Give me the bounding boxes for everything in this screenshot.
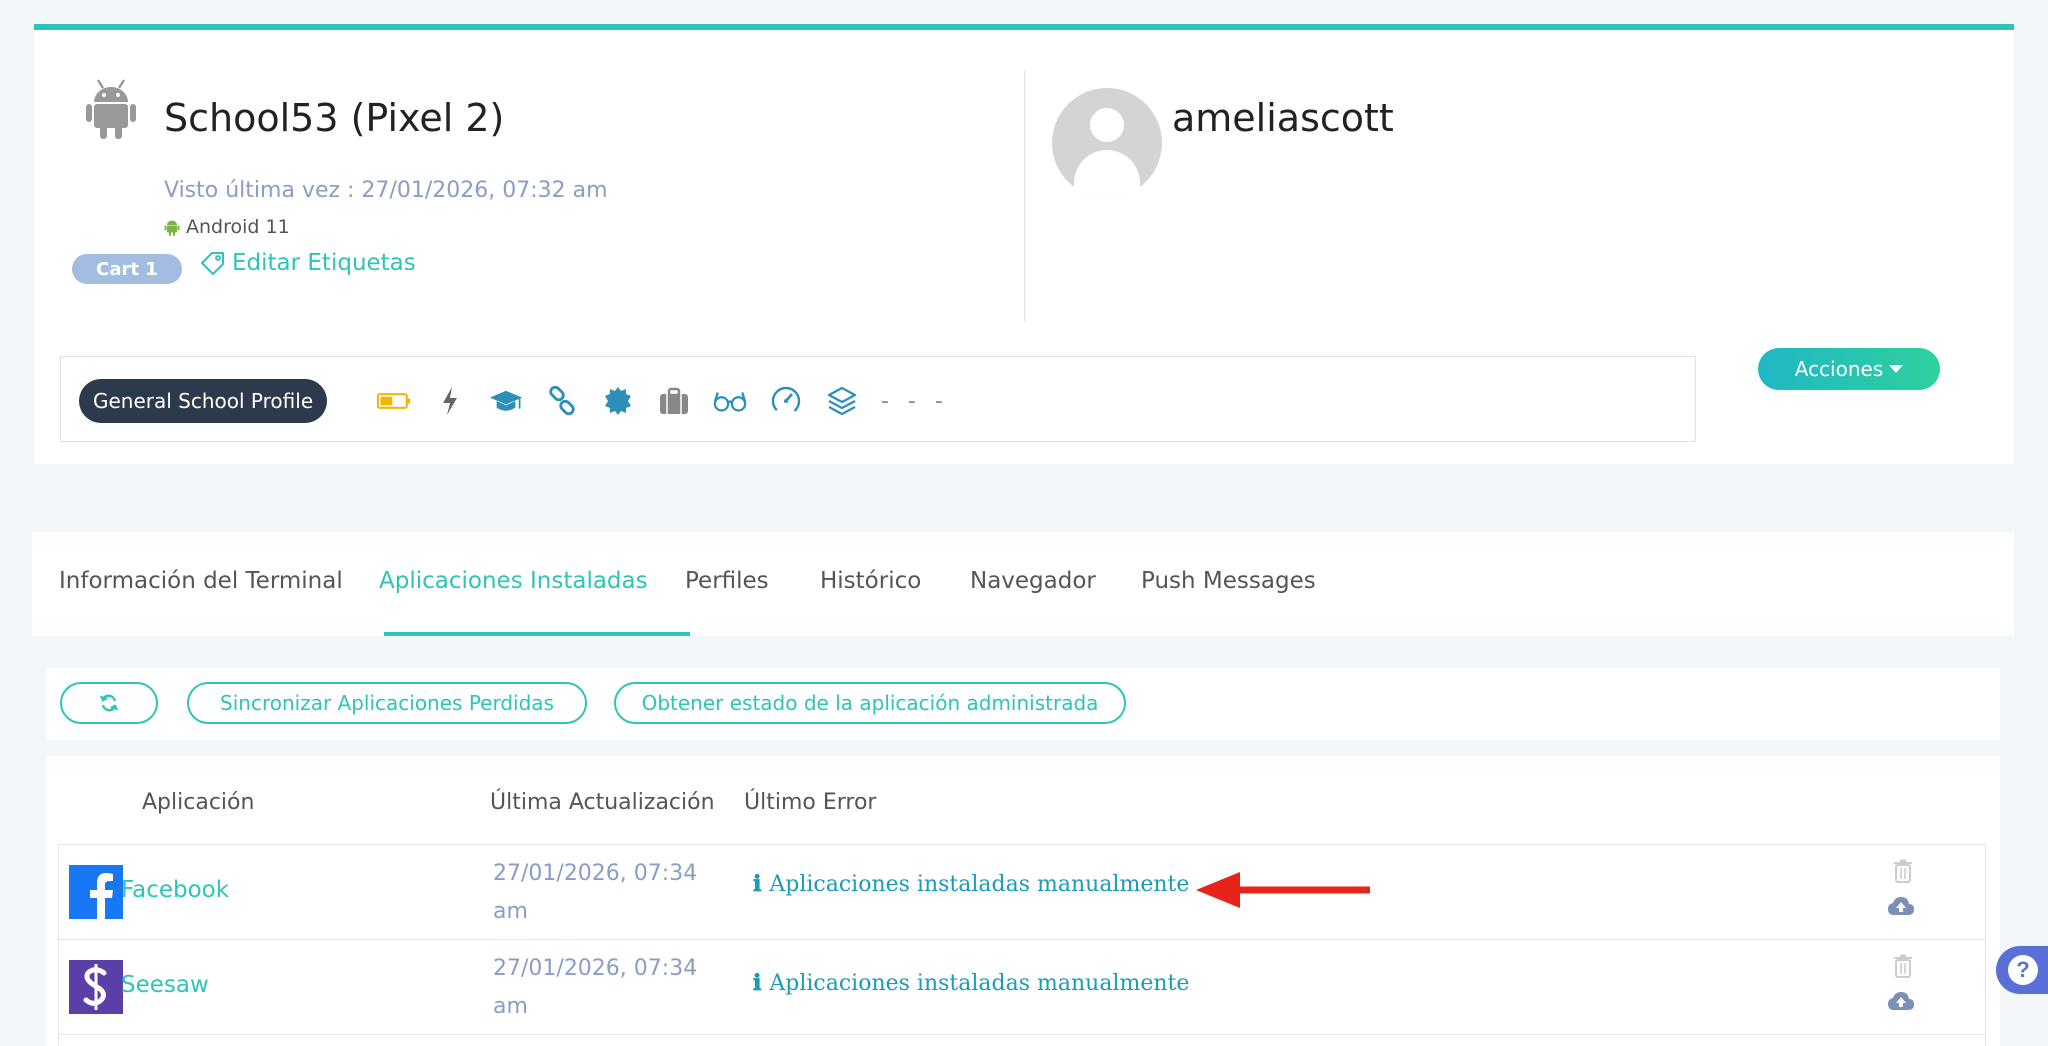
actions-label: Acciones bbox=[1794, 357, 1884, 381]
header-last-update: Última Actualización bbox=[490, 790, 715, 815]
certificate-icon bbox=[601, 384, 635, 418]
seesaw-logo-icon bbox=[69, 960, 123, 1014]
caret-down-icon bbox=[1889, 365, 1904, 373]
app-name-link[interactable]: Seesaw bbox=[121, 972, 209, 998]
app-last-update: 27/01/2026, 07:34 am bbox=[493, 956, 698, 1019]
app-name-link[interactable]: Facebook bbox=[121, 877, 229, 903]
last-seen: Visto última vez : 27/01/2026, 07:32 am bbox=[164, 178, 608, 203]
device-card: School53 (Pixel 2) Visto última vez : 27… bbox=[34, 24, 2014, 464]
username: ameliascott bbox=[1172, 96, 1394, 140]
battery-icon bbox=[377, 384, 411, 418]
status-icons: - - - bbox=[377, 381, 949, 421]
active-tab-underline bbox=[384, 632, 690, 636]
os-version: Android 11 bbox=[164, 216, 290, 238]
glasses-icon bbox=[713, 384, 747, 418]
edit-tags-link[interactable]: Editar Etiquetas bbox=[200, 250, 416, 276]
app-error-link[interactable]: ℹ Aplicaciones instaladas manualmente bbox=[753, 871, 1189, 897]
actions-button[interactable]: Acciones bbox=[1758, 348, 1940, 390]
trash-icon[interactable] bbox=[1893, 954, 1913, 978]
header-application: Aplicación bbox=[142, 790, 255, 815]
app-error-label: Aplicaciones instaladas manualmente bbox=[769, 970, 1190, 996]
question-icon: ? bbox=[2008, 955, 2038, 985]
cloud-upload-icon[interactable] bbox=[1887, 895, 1915, 917]
tab-history[interactable]: Histórico bbox=[820, 568, 921, 594]
tag-icon bbox=[201, 252, 224, 275]
table-body: Facebook 27/01/2026, 07:34 am ℹ Aplicaci… bbox=[58, 844, 1986, 1046]
profile-pill[interactable]: General School Profile bbox=[79, 379, 328, 423]
tab-profiles[interactable]: Perfiles bbox=[685, 568, 769, 594]
tab-push-messages[interactable]: Push Messages bbox=[1141, 568, 1316, 594]
facebook-logo-icon bbox=[69, 865, 123, 919]
table-row: Seesaw 27/01/2026, 07:34 am ℹ Aplicacion… bbox=[59, 940, 1985, 1035]
header-last-error: Último Error bbox=[744, 790, 877, 815]
avatar bbox=[1052, 88, 1162, 198]
divider bbox=[1024, 70, 1025, 322]
managed-app-status-button[interactable]: Obtener estado de la aplicación administ… bbox=[614, 682, 1126, 724]
tabs-bar: Información del Terminal Aplicaciones In… bbox=[32, 532, 2014, 636]
layers-icon bbox=[825, 384, 859, 418]
apps-table: Aplicación Última Actualización Último E… bbox=[46, 756, 2000, 1046]
refresh-button[interactable] bbox=[60, 682, 158, 724]
sync-missing-apps-button[interactable]: Sincronizar Aplicaciones Perdidas bbox=[187, 682, 587, 724]
table-row: Facebook 27/01/2026, 07:34 am ℹ Aplicaci… bbox=[59, 845, 1985, 940]
briefcase-icon bbox=[657, 384, 691, 418]
help-button[interactable]: ? bbox=[1996, 946, 2048, 994]
app-last-update: 27/01/2026, 07:34 am bbox=[493, 861, 698, 924]
android-small-icon bbox=[164, 220, 180, 236]
speedometer-icon bbox=[769, 384, 803, 418]
app-error-label: Aplicaciones instaladas manualmente bbox=[769, 871, 1190, 897]
profile-bar: General School Profile - - - bbox=[60, 356, 1696, 442]
link-icon bbox=[545, 384, 579, 418]
tab-browser[interactable]: Navegador bbox=[970, 568, 1096, 594]
info-icon: ℹ bbox=[753, 970, 762, 996]
device-info: School53 (Pixel 2) Visto última vez : 27… bbox=[34, 30, 1024, 320]
tag-badge: Cart 1 bbox=[72, 254, 182, 284]
cloud-upload-icon[interactable] bbox=[1887, 990, 1915, 1012]
device-title: School53 (Pixel 2) bbox=[164, 96, 505, 140]
status-dashes: - - - bbox=[881, 388, 949, 414]
edit-tags-label: Editar Etiquetas bbox=[232, 250, 416, 276]
android-icon bbox=[86, 79, 136, 139]
os-label: Android 11 bbox=[186, 216, 290, 238]
graduation-cap-icon bbox=[489, 384, 523, 418]
tab-installed-apps[interactable]: Aplicaciones Instaladas bbox=[379, 568, 648, 594]
app-error-link[interactable]: ℹ Aplicaciones instaladas manualmente bbox=[753, 970, 1189, 996]
trash-icon[interactable] bbox=[1893, 859, 1913, 883]
red-arrow-annotation bbox=[1196, 872, 1370, 908]
toolbar: Sincronizar Aplicaciones Perdidas Obtene… bbox=[46, 668, 2000, 740]
info-icon: ℹ bbox=[753, 871, 762, 897]
bolt-icon bbox=[433, 384, 467, 418]
tab-terminal-info[interactable]: Información del Terminal bbox=[59, 568, 343, 594]
refresh-icon bbox=[99, 694, 119, 712]
